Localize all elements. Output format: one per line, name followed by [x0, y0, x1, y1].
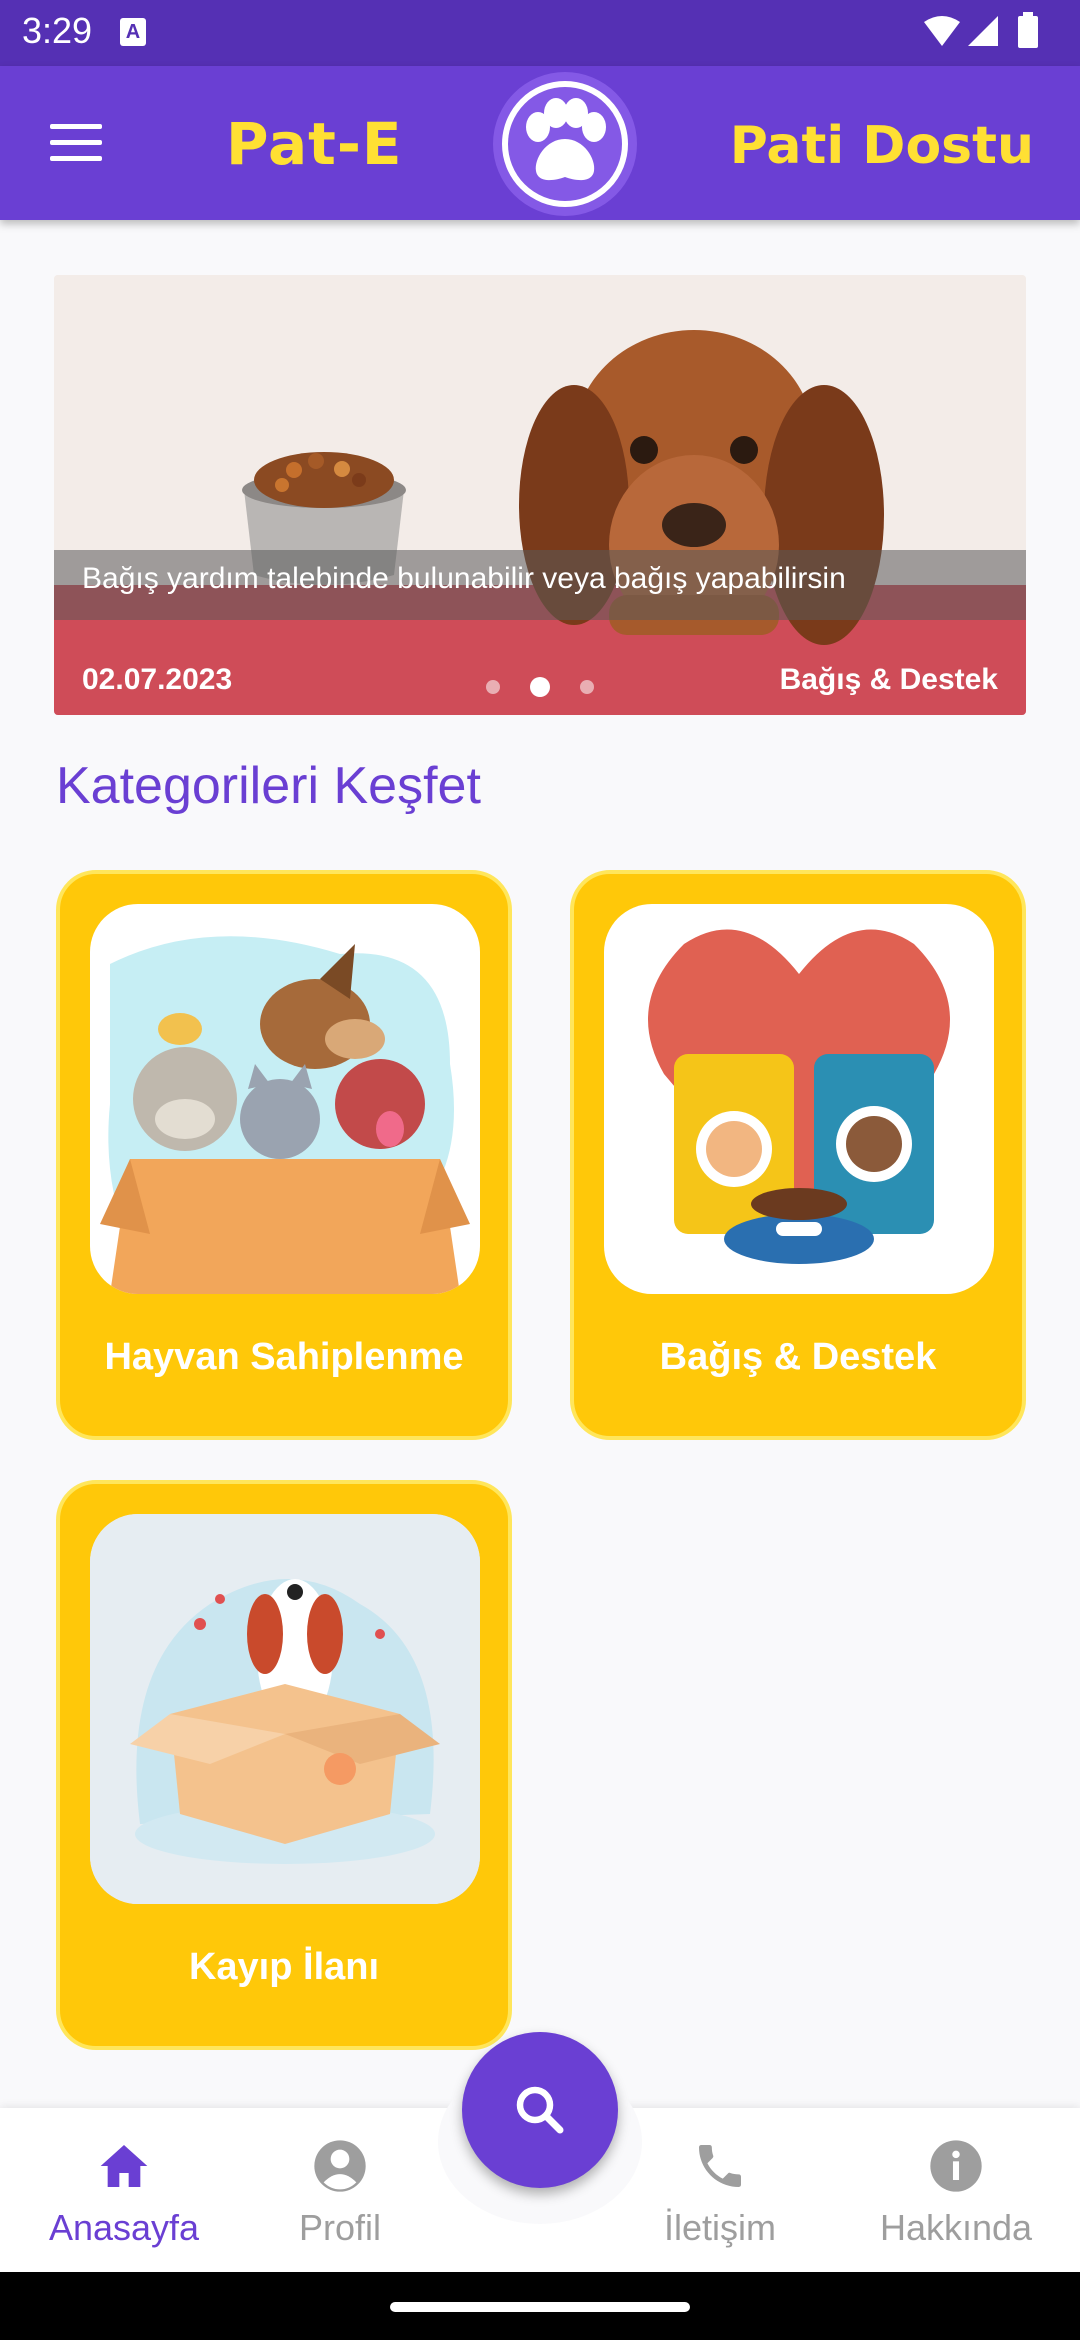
pet-food-donation-icon: [604, 904, 994, 1294]
search-fab[interactable]: [462, 2032, 618, 2188]
carousel-date: 02.07.2023: [82, 663, 233, 696]
category-label: Kayıp İlanı: [188, 1946, 380, 1988]
section-title: Kategorileri Keşfet: [56, 757, 481, 815]
system-navigation-bar: [0, 2272, 1080, 2340]
carousel-dot-active[interactable]: [530, 677, 550, 697]
nav-label: Profil: [298, 2207, 382, 2248]
nav-item-contact[interactable]: İletişim: [620, 2138, 820, 2249]
pets-in-box-icon: [90, 904, 480, 1294]
nav-item-profile[interactable]: Profil: [240, 2138, 440, 2249]
paw-icon: [502, 81, 628, 207]
app-title-right: Pati Dostu: [729, 116, 1034, 176]
status-time: 3:29: [22, 10, 93, 51]
category-card-lost[interactable]: Kayıp İlanı: [56, 1480, 512, 2050]
nav-label: Anasayfa: [48, 2207, 200, 2248]
category-label: Hayvan Sahiplenme: [104, 1336, 464, 1378]
phone-icon: [699, 2145, 741, 2187]
app-title-left: Pat-E: [226, 110, 403, 178]
profile-icon: [314, 2140, 366, 2192]
status-icons: [922, 12, 1052, 56]
wifi-signal-battery-icon: [924, 12, 1038, 48]
menu-icon-line: [50, 140, 102, 145]
nav-item-about[interactable]: Hakkında: [856, 2138, 1056, 2249]
category-card-adoption[interactable]: Hayvan Sahiplenme: [56, 870, 512, 1440]
nav-label: İletişim: [663, 2207, 776, 2248]
status-bar: 3:29 A: [0, 0, 1080, 66]
lost-illustration: [90, 1514, 480, 1904]
category-label: Bağış & Destek: [659, 1336, 937, 1378]
menu-icon-line: [50, 156, 102, 161]
carousel-indicator: [486, 677, 594, 697]
promo-carousel[interactable]: Bağış yardım talebinde bulunabilir veya …: [54, 275, 1026, 715]
carousel-caption: Bağış yardım talebinde bulunabilir veya …: [82, 562, 846, 595]
info-icon: [930, 2140, 982, 2192]
menu-icon-line: [50, 124, 102, 129]
notification-icon: A: [120, 18, 146, 46]
carousel-caption-bar: Bağış yardım talebinde bulunabilir veya …: [54, 550, 1026, 620]
lost-dog-box-icon: [90, 1514, 480, 1904]
nav-item-home[interactable]: Anasayfa: [24, 2138, 224, 2249]
home-icon: [100, 2145, 148, 2187]
dog-food-banner-image: [54, 275, 1026, 715]
paw-logo: [493, 72, 637, 216]
menu-button[interactable]: [50, 124, 102, 162]
donation-illustration: [604, 904, 994, 1294]
carousel-dot[interactable]: [580, 680, 594, 694]
adoption-illustration: [90, 904, 480, 1294]
search-icon: [516, 2086, 564, 2134]
carousel-category-tag: Bağış & Destek: [779, 663, 998, 696]
category-card-donation[interactable]: Bağış & Destek: [570, 870, 1026, 1440]
app-bar: Pat-E Pati Dostu: [0, 66, 1080, 220]
gesture-handle[interactable]: [390, 2302, 690, 2312]
carousel-dot[interactable]: [486, 680, 500, 694]
nav-label: Hakkında: [879, 2207, 1033, 2248]
